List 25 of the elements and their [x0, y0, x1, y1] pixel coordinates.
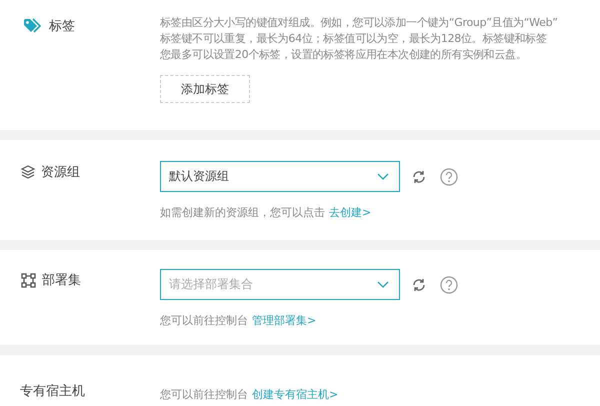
tag-icon	[23, 18, 43, 34]
section-label: 部署集	[42, 272, 81, 289]
cluster-icon	[21, 272, 36, 288]
select-field[interactable]: 请选择部署集合	[160, 269, 400, 300]
section-label: 资源组	[41, 164, 80, 181]
layers-icon	[21, 165, 35, 179]
link[interactable]: 去创建>	[329, 205, 372, 220]
chevron-down-icon	[377, 280, 389, 288]
help-icon[interactable]	[440, 276, 458, 294]
refresh-icon[interactable]	[412, 170, 426, 184]
description-text: 您最多可以设置20个标签，设置的标签将应用在本次创建的所有实例和云盘。	[160, 47, 528, 63]
hint-text: 如需创建新的资源组，您可以点击	[160, 205, 325, 220]
hint-text: 您可以前往控制台	[160, 313, 248, 328]
section-label: 标签	[49, 18, 75, 35]
description-text: 标签键不可以重复，最长为64位；标签值可以为空，最长为128位。标签键和标签	[160, 31, 548, 47]
refresh-icon[interactable]	[412, 278, 426, 292]
chevron-down-icon	[377, 172, 389, 180]
description-text: 标签由区分大小写的键值对组成。例如，您可以添加一个键为“Group”且值为“Web”	[160, 15, 559, 31]
link[interactable]: 创建专有宿主机>	[252, 387, 338, 402]
help-icon[interactable]	[440, 168, 458, 186]
link[interactable]: 管理部署集>	[252, 313, 316, 328]
select-field[interactable]: 默认资源组	[160, 161, 400, 192]
add-tag-button[interactable]: 添加标签	[160, 75, 250, 103]
hint-text: 您可以前往控制台	[160, 387, 248, 402]
section-label: 专有宿主机	[20, 383, 85, 400]
